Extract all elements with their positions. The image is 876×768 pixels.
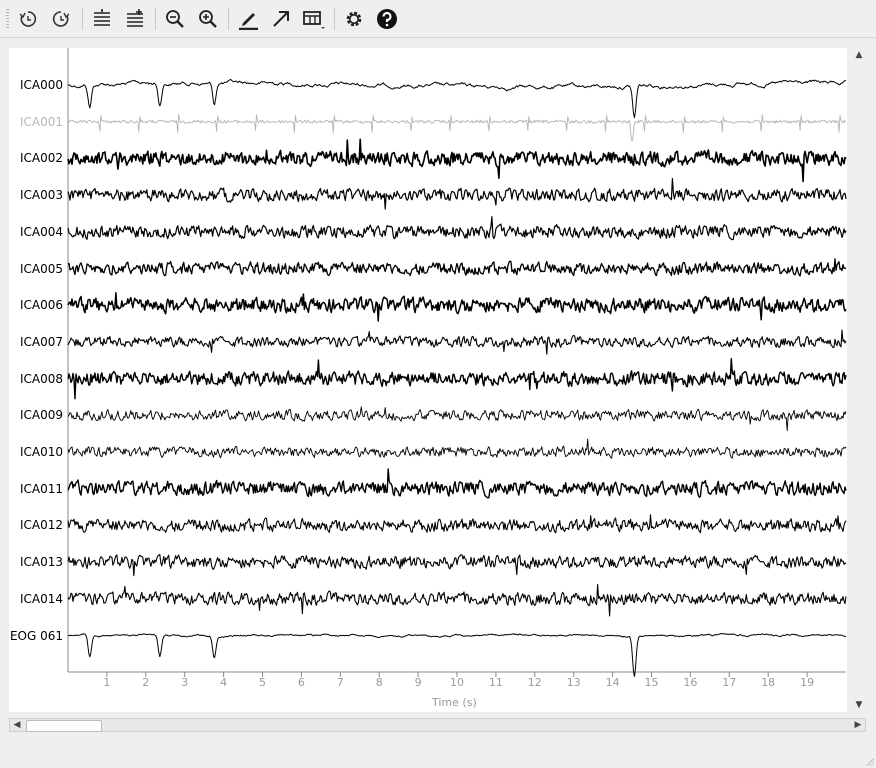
undo-history-button[interactable] [14,5,42,33]
horizontal-scroll-thumb[interactable] [26,720,102,732]
x-tick-label: 9 [414,676,422,689]
channel-label[interactable]: ICA008 [20,372,63,386]
annotation-mode-button[interactable] [234,5,262,33]
x-tick-label: 11 [488,676,503,689]
channel-trace[interactable] [67,292,847,322]
help-button[interactable] [373,5,401,33]
x-tick-label: 13 [566,676,581,689]
fewer-channels-icon [94,9,110,26]
arrow-icon [273,11,289,27]
x-tick-label: 10 [450,676,464,689]
channel-label[interactable]: ICA000 [20,78,63,92]
toolbar-separator [334,8,335,30]
channel-trace[interactable] [67,258,847,277]
channel-trace[interactable] [67,138,847,183]
window-resize-grip[interactable] [864,756,874,766]
undo-history-icon [19,11,37,27]
channel-label[interactable]: ICA005 [20,262,63,276]
zoom-out-button[interactable] [161,5,189,33]
x-tick-label: 5 [259,676,266,689]
plot-canvas[interactable]: ICA000 ICA001 ICA002 ICA003 ICA004 ICA005 ICA0… [9,48,847,712]
annotation-pen-icon [239,13,258,30]
channel-trace[interactable] [67,438,847,459]
toolbar [0,0,876,38]
channel-label[interactable]: ICA002 [20,151,63,165]
channel-trace[interactable] [67,633,847,677]
channel-label[interactable]: ICA001 [20,115,63,129]
channel-label[interactable]: ICA014 [20,592,63,606]
scroll-left-icon[interactable]: ◀ [10,719,24,731]
channel-label[interactable]: ICA011 [20,482,63,496]
x-tick-label: 15 [644,676,659,689]
x-tick-label: 3 [181,676,189,689]
scroll-right-icon[interactable]: ▶ [851,719,865,731]
channel-trace[interactable] [67,329,847,355]
redo-history-button[interactable] [47,5,75,33]
toolbar-separator [82,8,83,30]
arrow-button[interactable] [267,5,295,33]
toolbar-grip[interactable] [6,9,9,29]
channel-label[interactable]: ICA006 [20,298,63,312]
settings-button[interactable] [340,5,368,33]
x-tick-label: 1 [103,676,111,689]
channel-trace[interactable] [67,583,847,617]
x-tick-label: 12 [527,676,542,689]
projection-table-icon [303,11,325,29]
channel-label[interactable]: EOG 061 [10,629,63,643]
channel-label[interactable]: ICA009 [20,408,63,422]
scroll-down-icon[interactable]: ▼ [852,698,866,712]
channel-trace[interactable] [67,78,847,119]
channel-trace[interactable] [67,358,847,400]
x-tick-label: 14 [605,676,620,689]
fewer-channels-button[interactable] [88,5,116,33]
channel-label[interactable]: ICA012 [20,518,63,532]
channel-label[interactable]: ICA007 [20,335,63,349]
channel-trace[interactable] [67,468,847,499]
zoom-in-button[interactable] [194,5,222,33]
more-channels-icon [127,9,143,27]
x-tick-label: 8 [375,676,383,689]
channel-label[interactable]: ICA003 [20,188,63,202]
vertical-scrollbar[interactable]: ▲ ▼ [852,48,866,712]
settings-gear-icon [346,11,362,27]
x-tick-label: 6 [297,676,305,689]
channel-trace[interactable] [67,177,847,210]
traces-plot[interactable] [9,48,847,712]
toolbar-separator [155,8,156,30]
channel-trace[interactable] [67,113,847,142]
channel-label[interactable]: ICA004 [20,225,63,239]
channel-trace[interactable] [67,216,847,241]
scroll-up-icon[interactable]: ▲ [852,48,866,62]
projection-toggle-button[interactable] [300,5,328,33]
horizontal-scrollbar[interactable]: ◀ ▶ [9,718,866,732]
redo-history-icon [52,11,70,27]
zoom-in-icon [199,10,217,28]
toolbar-separator [228,8,229,30]
channel-label[interactable]: ICA013 [20,555,63,569]
x-axis-label: Time (s) [432,696,477,709]
x-tick-label: 4 [220,676,228,689]
channel-trace[interactable] [67,553,847,577]
channel-trace[interactable] [67,406,847,432]
channel-trace[interactable] [67,514,847,534]
x-tick-label: 2 [142,676,150,689]
x-tick-label: 7 [336,676,344,689]
zoom-out-icon [166,10,184,28]
x-tick-label: 17 [722,676,737,689]
help-icon [377,9,397,29]
channel-label[interactable]: ICA010 [20,445,63,459]
x-tick-label: 16 [683,676,698,689]
x-tick-label: 18 [761,676,776,689]
x-tick-label: 19 [800,676,815,689]
more-channels-button[interactable] [121,5,149,33]
